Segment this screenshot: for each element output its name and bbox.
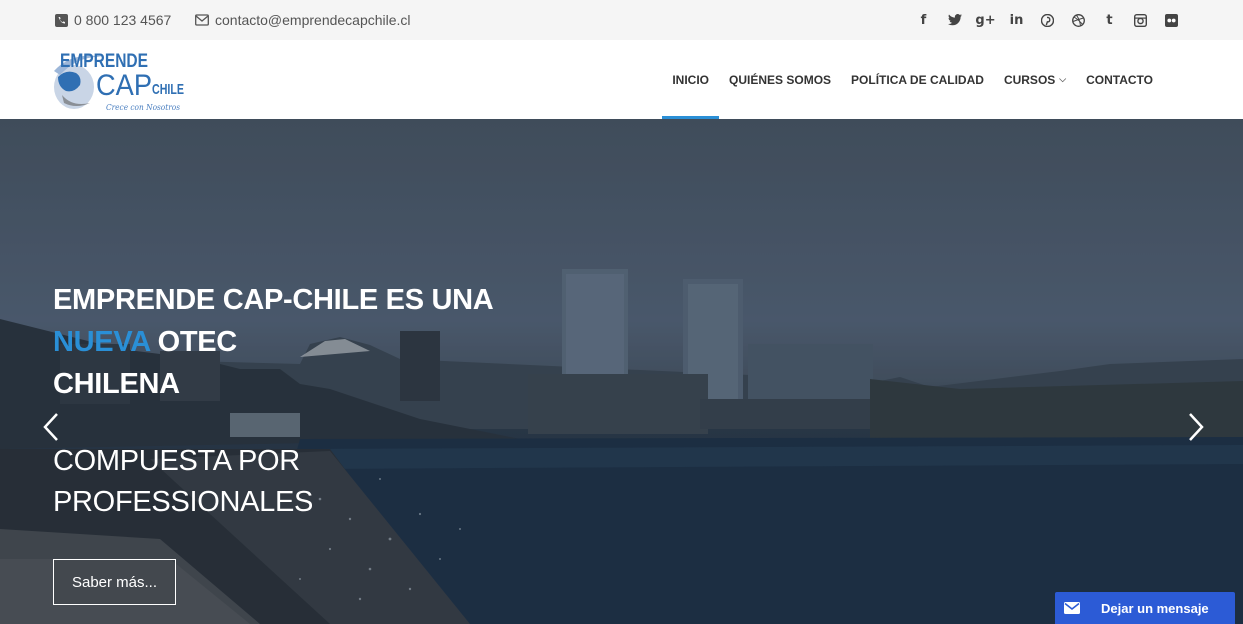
hero-subtitle: COMPUESTA POR PROFESSIONALES bbox=[53, 441, 473, 523]
leave-message-label: Dejar un mensaje bbox=[1101, 600, 1209, 616]
site-header: EMPRENDE CAP CHILE Crece con Nosotros IN… bbox=[0, 40, 1243, 119]
dribbble-icon[interactable] bbox=[1063, 10, 1094, 30]
nav-item-cursos[interactable]: CURSOS ⌵ bbox=[994, 40, 1076, 119]
email-address: contacto@emprendecapchile.cl bbox=[215, 12, 411, 28]
nav-item-contacto[interactable]: CONTACTO bbox=[1076, 40, 1163, 119]
hero-slider: EMPRENDE CAP-CHILE ES UNA NUEVA OTEC CHI… bbox=[0, 119, 1243, 624]
phone-contact[interactable]: 0 800 123 4567 bbox=[55, 0, 171, 40]
logo-tagline: Crece con Nosotros bbox=[106, 103, 180, 112]
tumblr-icon[interactable]: t bbox=[1094, 10, 1125, 30]
phone-icon bbox=[55, 13, 68, 27]
nav-label-cursos: CURSOS bbox=[1003, 72, 1056, 87]
nav-label-quienes-somos: QUIÉNES SOMOS bbox=[729, 72, 832, 87]
hero-subtitle-line2: PROFESSIONALES bbox=[53, 486, 314, 518]
instagram-icon[interactable] bbox=[1125, 10, 1156, 30]
saber-mas-button[interactable]: Saber más... bbox=[53, 559, 176, 605]
facebook-icon[interactable]: f bbox=[908, 10, 939, 30]
hero-title-part1: EMPRENDE CAP-CHILE ES UNA bbox=[53, 284, 494, 316]
envelope-icon bbox=[1055, 592, 1089, 624]
nav-label-inicio: INICIO bbox=[672, 72, 710, 87]
nav-label-contacto: CONTACTO bbox=[1086, 72, 1153, 87]
flickr-icon[interactable] bbox=[1156, 10, 1187, 30]
google-plus-icon[interactable]: g+ bbox=[970, 10, 1001, 30]
top-bar: 0 800 123 4567 contacto@emprendecapchile… bbox=[0, 0, 1243, 40]
twitter-icon[interactable] bbox=[939, 10, 970, 30]
hero-subtitle-line1: COMPUESTA POR bbox=[53, 445, 300, 477]
chevron-down-icon: ⌵ bbox=[1059, 74, 1067, 84]
email-contact[interactable]: contacto@emprendecapchile.cl bbox=[195, 0, 411, 40]
hero-title-part2: OTEC bbox=[157, 326, 238, 358]
slider-prev-icon[interactable] bbox=[40, 411, 64, 443]
linkedin-icon[interactable]: in bbox=[1001, 10, 1032, 30]
main-nav: INICIO QUIÉNES SOMOS POLÍTICA DE CALIDAD… bbox=[662, 40, 1163, 119]
hero-title: EMPRENDE CAP-CHILE ES UNA NUEVA OTEC CHI… bbox=[53, 279, 533, 405]
nav-item-quienes-somos[interactable]: QUIÉNES SOMOS bbox=[719, 40, 841, 119]
logo-text-chile: CHILE bbox=[152, 81, 184, 98]
logo-text-cap: CAP bbox=[96, 69, 152, 102]
pinterest-icon[interactable] bbox=[1032, 10, 1063, 30]
site-logo[interactable]: EMPRENDE CAP CHILE Crece con Nosotros bbox=[52, 47, 192, 113]
hero-title-highlight: NUEVA bbox=[53, 326, 150, 358]
envelope-icon bbox=[195, 14, 209, 26]
nav-label-politica: POLÍTICA DE CALIDAD bbox=[851, 72, 984, 87]
phone-number: 0 800 123 4567 bbox=[74, 12, 172, 28]
hero-title-part3: CHILENA bbox=[53, 368, 180, 400]
slider-next-icon[interactable] bbox=[1183, 411, 1207, 443]
nav-item-inicio[interactable]: INICIO bbox=[662, 40, 719, 119]
leave-message-button[interactable]: Dejar un mensaje bbox=[1055, 592, 1235, 624]
nav-item-politica-de-calidad[interactable]: POLÍTICA DE CALIDAD bbox=[841, 40, 994, 119]
social-links: f g+ in t bbox=[908, 0, 1187, 40]
